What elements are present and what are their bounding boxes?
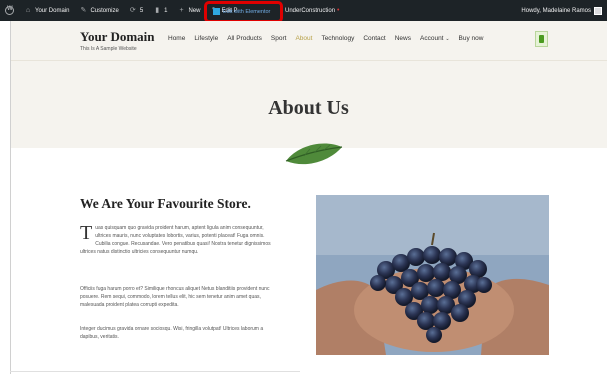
under-construction-menu[interactable]: UnderConstruction •	[285, 0, 339, 21]
wordpress-icon	[5, 6, 14, 15]
nav-item-all-products[interactable]: All Products	[227, 35, 262, 42]
nav-item-technology[interactable]: Technology	[321, 35, 354, 42]
main-nav: Home Lifestyle All Products Sport About …	[168, 35, 483, 42]
page-hero: About Us	[10, 60, 607, 148]
site-header: Your Domain This Is A Sample Website Hom…	[10, 21, 607, 60]
chevron-down-icon: ⌄	[445, 36, 450, 42]
intro-text: uas quisquam quo gravida proident harum,…	[80, 225, 271, 255]
new-label: New	[188, 7, 201, 14]
comments-link[interactable]: ▮ 1	[148, 0, 172, 21]
elementor-icon	[213, 8, 220, 15]
comments-count: 1	[164, 7, 168, 14]
under-construction-label: UnderConstruction	[285, 7, 336, 14]
home-icon: ⌂	[25, 6, 31, 14]
site-name-label: Your Domain	[35, 7, 70, 14]
second-paragraph: Officiis fuga harum porro et? Similique …	[80, 286, 270, 308]
wp-logo-menu[interactable]	[0, 0, 19, 21]
left-divider	[10, 21, 11, 374]
nav-item-buy-now[interactable]: Buy now	[459, 35, 484, 42]
nav-item-about[interactable]: About	[295, 35, 312, 42]
grapes-photo	[316, 195, 549, 355]
updates-link[interactable]: ⟳ 5	[124, 0, 148, 21]
account-menu[interactable]: Howdy, Madelaine Ramos	[516, 0, 607, 21]
refresh-icon: ⟳	[129, 6, 136, 14]
customize-label: Customize	[90, 7, 119, 14]
bottom-divider	[10, 371, 300, 372]
nav-item-lifestyle[interactable]: Lifestyle	[194, 35, 218, 42]
new-content-menu[interactable]: + New	[173, 0, 206, 21]
status-dot-icon: •	[337, 7, 340, 14]
brush-icon: ✎	[80, 6, 87, 14]
nav-item-sport[interactable]: Sport	[271, 35, 287, 42]
comment-icon: ▮	[155, 6, 160, 14]
leaf-icon	[285, 143, 343, 165]
elementor-label: Edit with Elementor	[223, 8, 271, 15]
nav-item-contact[interactable]: Contact	[363, 35, 385, 42]
updates-count: 5	[139, 7, 144, 14]
site-tagline: This Is A Sample Website	[80, 46, 137, 52]
edit-with-elementor-button[interactable]: Edit with Elementor	[204, 1, 283, 23]
cart-icon[interactable]	[535, 31, 548, 47]
section-heading: We Are Your Favourite Store.	[80, 196, 251, 211]
site-title[interactable]: Your Domain	[80, 29, 155, 45]
greeting-label: Howdy, Madelaine Ramos	[521, 7, 591, 14]
customize-link[interactable]: ✎ Customize	[74, 0, 123, 21]
avatar	[594, 6, 602, 15]
page-title: About Us	[268, 97, 349, 119]
plus-icon: +	[179, 6, 184, 14]
nav-item-home[interactable]: Home	[168, 35, 185, 42]
nav-item-account-label: Account	[420, 35, 444, 42]
nav-item-news[interactable]: News	[395, 35, 411, 42]
drop-cap: T	[80, 222, 93, 244]
site-name-menu[interactable]: ⌂ Your Domain	[19, 0, 74, 21]
nav-item-account[interactable]: Account ⌄	[420, 35, 450, 42]
intro-paragraph: Tuas quisquam quo gravida proident harum…	[80, 222, 280, 256]
third-paragraph: Integer ducimus gravida ornare sociosqu.…	[80, 326, 264, 340]
